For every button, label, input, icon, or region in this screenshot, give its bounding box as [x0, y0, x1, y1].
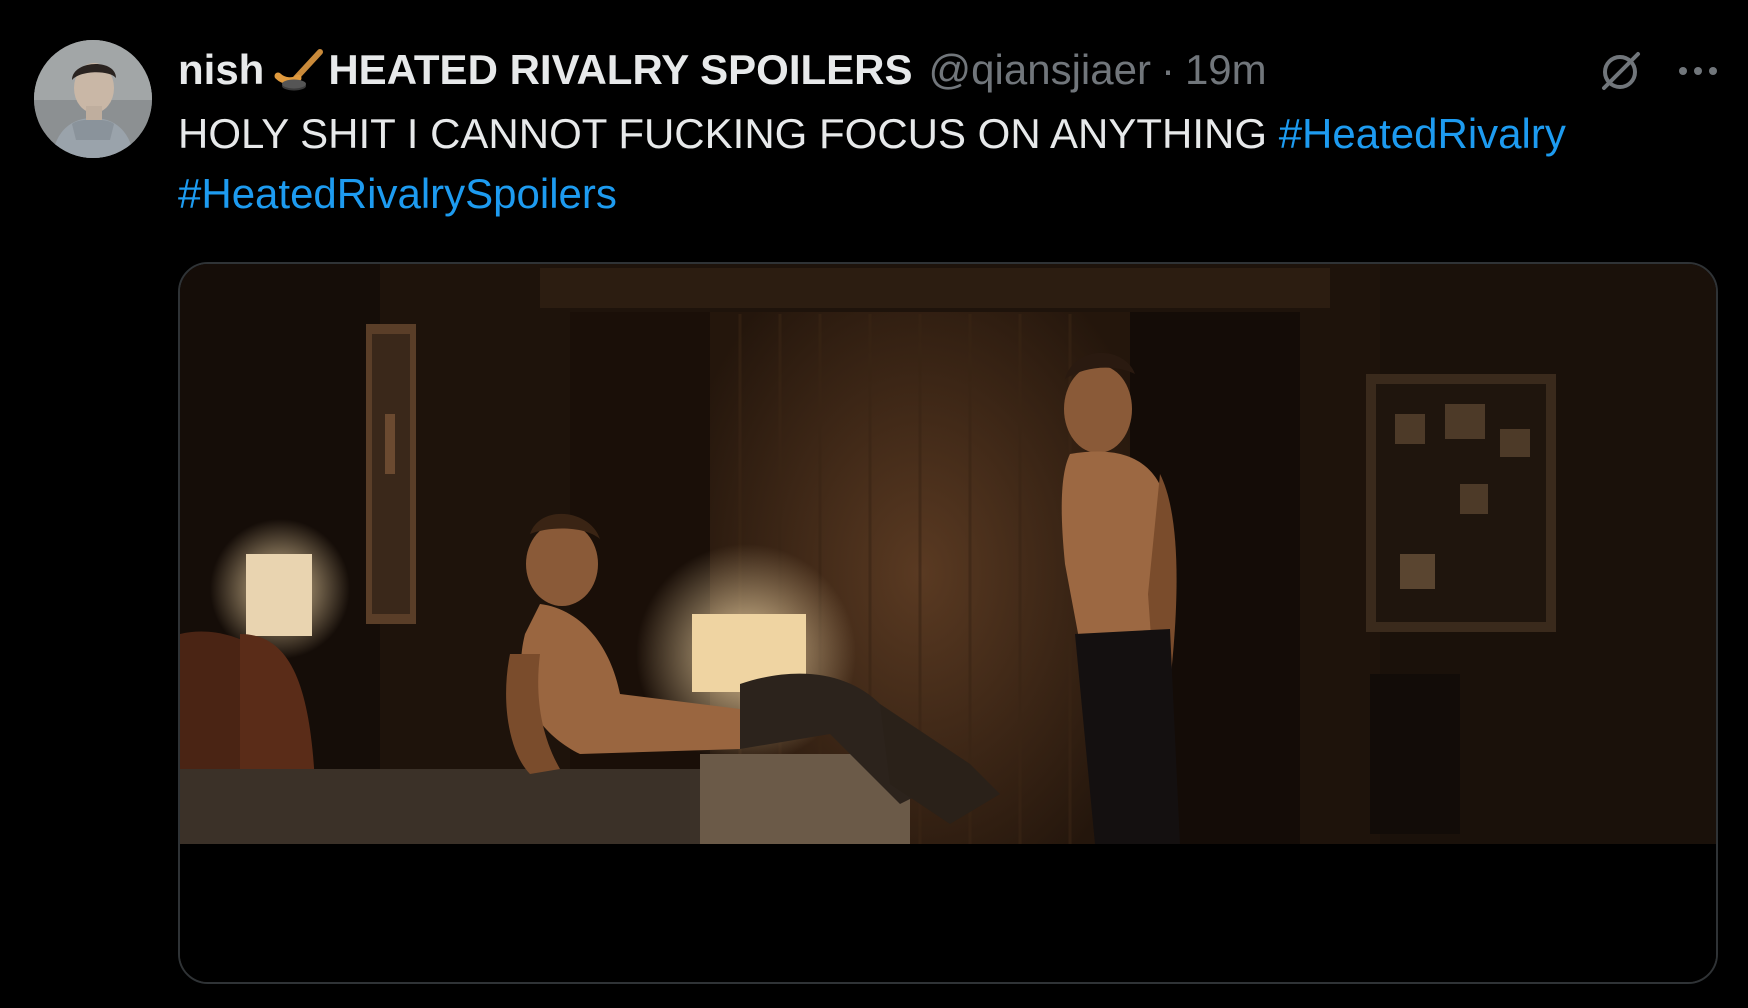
- separator: ·: [1160, 46, 1175, 93]
- tweet-actions: [1598, 48, 1718, 94]
- timestamp[interactable]: 19m: [1185, 46, 1267, 94]
- account-suffix[interactable]: HEATED RIVALRY SPOILERS: [328, 46, 912, 94]
- hockey-stick-icon: [274, 48, 324, 92]
- avatar[interactable]: [34, 40, 152, 158]
- tweet[interactable]: nish HEATED RIVALRY SPOILERS @qiansjiaer…: [0, 0, 1748, 1008]
- tweet-header: nish HEATED RIVALRY SPOILERS @qiansjiaer…: [178, 44, 1267, 96]
- handle[interactable]: @qiansjiaer: [929, 46, 1151, 94]
- avatar-image: [34, 40, 152, 158]
- grok-icon[interactable]: [1598, 48, 1644, 94]
- video-still-image: [180, 264, 1716, 982]
- more-icon[interactable]: [1678, 65, 1718, 77]
- tweet-media[interactable]: [178, 262, 1718, 984]
- tweet-body: HOLY SHIT I CANNOT FUCKING FOCUS ON ANYT…: [178, 110, 1268, 157]
- hashtag-link[interactable]: #HeatedRivalrySpoilers: [178, 170, 617, 217]
- tweet-text: HOLY SHIT I CANNOT FUCKING FOCUS ON ANYT…: [178, 104, 1678, 224]
- hashtag-link[interactable]: #HeatedRivalry: [1279, 110, 1566, 157]
- display-name[interactable]: nish: [178, 46, 264, 94]
